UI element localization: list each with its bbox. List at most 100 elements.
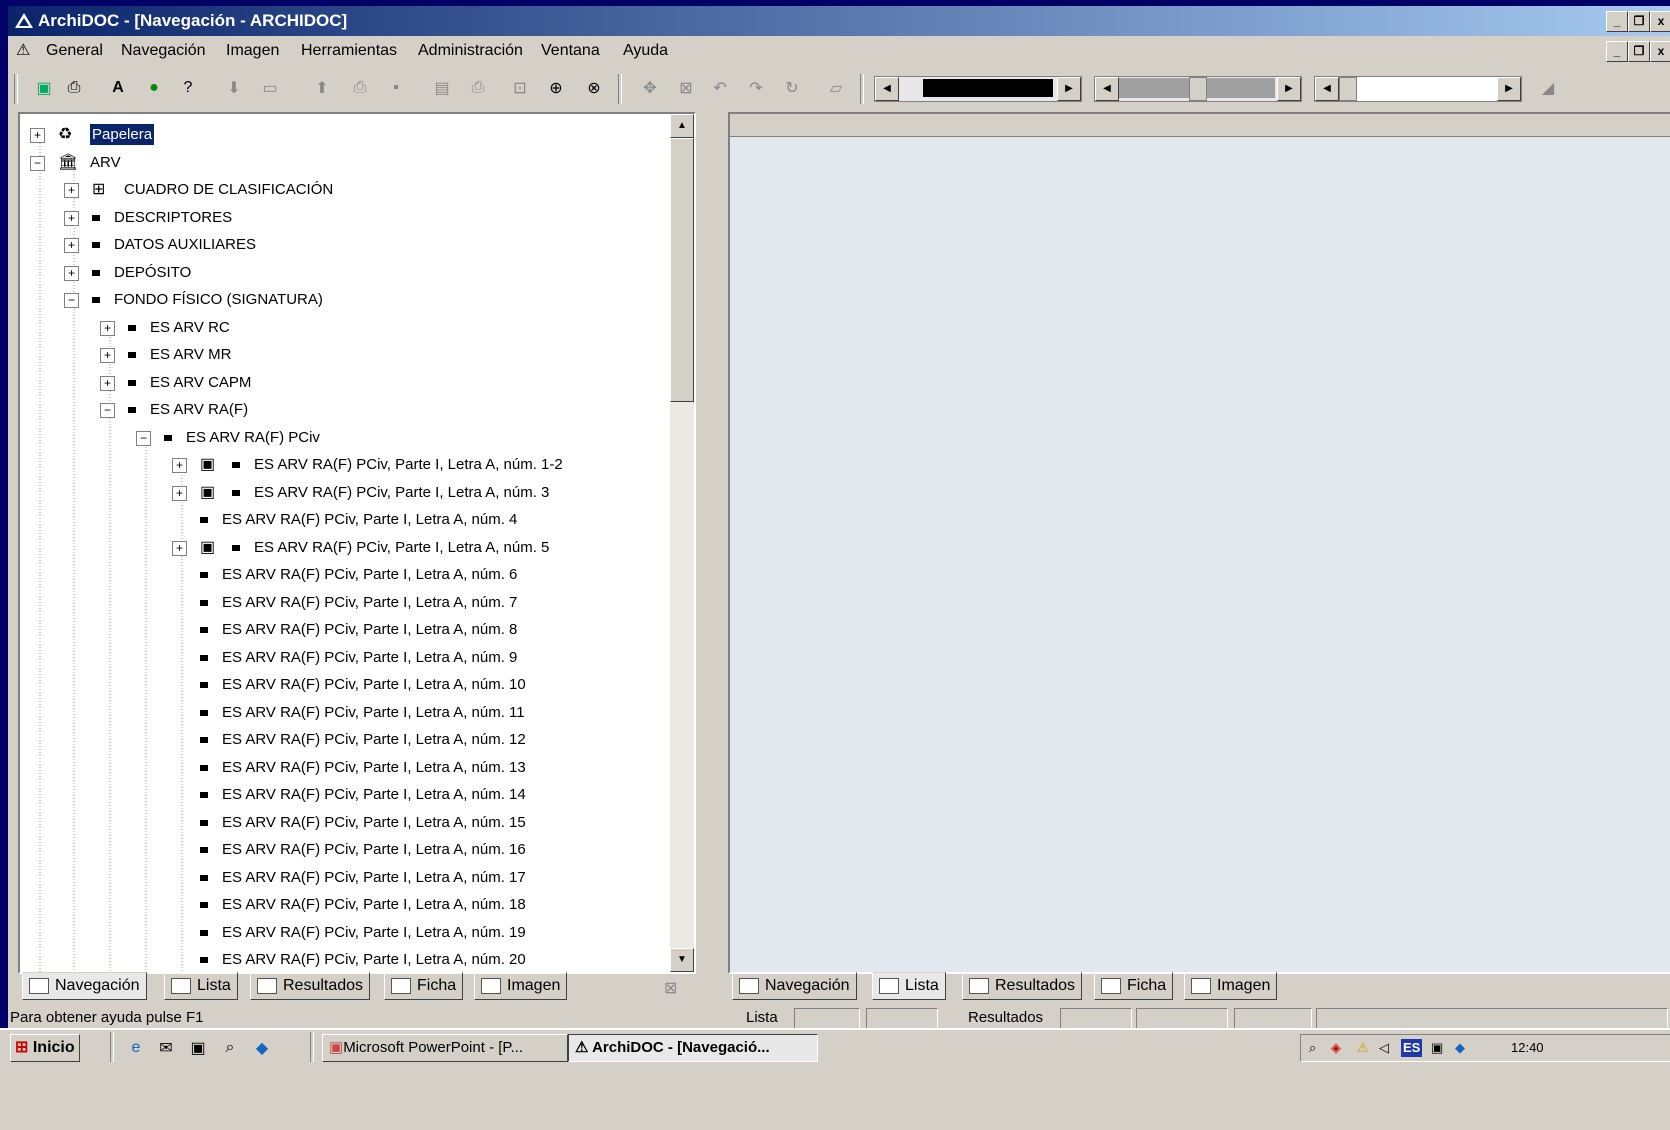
scroll-down-icon[interactable]: ▼ (670, 948, 694, 972)
arrow-down-icon[interactable]: ⬇ (222, 76, 246, 100)
status-field-2 (1136, 1008, 1228, 1030)
taskbar-item-archidoc[interactable]: ⚠ ArchiDOC - [Navegació... (568, 1034, 818, 1062)
network-icon[interactable]: ⌕ (1309, 1035, 1316, 1061)
title-bar[interactable]: ArchiDOC - [Navegación - ARCHIDOC] _ ❐ x (8, 6, 1670, 36)
gamma-slider-thumb[interactable] (1339, 77, 1357, 101)
fit-icon[interactable]: ⊠ (674, 76, 698, 100)
expand-icon[interactable]: + (100, 348, 115, 363)
collapse-icon[interactable]: − (100, 403, 115, 418)
zoom-icon[interactable]: ⊕ (544, 76, 568, 100)
taskbar-item-powerpoint[interactable]: ▣Microsoft PowerPoint - [P... (322, 1034, 568, 1062)
help-pointer-icon[interactable]: ? (176, 76, 200, 100)
close-pane-icon[interactable]: ⊠ (664, 976, 686, 997)
document-menu-icon[interactable]: ⚠ (16, 38, 30, 64)
slider-right-icon[interactable]: ▶ (1277, 77, 1301, 101)
tree-item-content: ▣ ES ARV RA(F) PCiv, Parte I, Letra A, nú… (200, 452, 563, 478)
print-preview-icon[interactable]: ⎙ (62, 76, 86, 100)
left-tab-imagen[interactable]: Imagen (474, 972, 568, 1000)
right-tab-lista[interactable]: Lista (872, 972, 946, 1000)
menu-ventana[interactable]: Ventana (541, 38, 600, 64)
internet-explorer-icon[interactable]: e (124, 1036, 148, 1060)
rotate-icon[interactable]: ↻ (780, 76, 804, 100)
arrow-up-icon[interactable]: ⬆ (310, 76, 334, 100)
language-indicator[interactable]: ES (1401, 1039, 1423, 1057)
brightness-slider[interactable]: ◀ ▶ (874, 76, 1082, 102)
menu-bar: ⚠ General Navegación Imagen Herramientas… (8, 38, 1670, 64)
volume-icon[interactable]: ◁ (1379, 1035, 1389, 1061)
slider-right-icon[interactable]: ▶ (1497, 77, 1521, 101)
slider-left-icon[interactable]: ◀ (1315, 77, 1339, 101)
messenger-icon[interactable]: ◆ (250, 1036, 274, 1060)
printer-icon[interactable]: ⎙ (466, 76, 490, 100)
contrast-slider[interactable]: ◀ ▶ (1094, 76, 1302, 102)
expand-icon[interactable]: + (172, 458, 187, 473)
display-icon[interactable]: ▣ (1431, 1035, 1443, 1061)
tree-item-label: ES ARV CAPM (150, 373, 252, 391)
expand-icon[interactable]: + (100, 320, 115, 336)
right-tab-imagen[interactable]: Imagen (1184, 972, 1278, 1000)
doc-minimize-icon[interactable]: _ (1606, 41, 1628, 62)
menu-general[interactable]: General (46, 38, 103, 64)
alert-icon[interactable]: ⚠ (1357, 1035, 1369, 1061)
collapse-icon[interactable]: − (30, 155, 45, 171)
left-tab-lista[interactable]: Lista (164, 972, 238, 1000)
left-tab-resultados[interactable]: Resultados (250, 972, 371, 1000)
contrast-slider-thumb[interactable] (1189, 77, 1207, 101)
menu-imagen[interactable]: Imagen (226, 38, 279, 64)
status-resultados-field (1060, 1008, 1132, 1030)
save-icon[interactable]: ▪ (384, 76, 408, 100)
globe-icon[interactable]: ● (142, 76, 166, 100)
left-tab-navegacion[interactable]: Navegación (22, 972, 147, 1000)
doc-restore-icon[interactable]: ❐ (1628, 41, 1650, 62)
scroll-up-icon[interactable]: ▲ (670, 114, 694, 138)
left-tab-ficha[interactable]: Ficha (384, 972, 464, 1000)
expand-icon[interactable]: + (64, 183, 79, 198)
collapse-icon[interactable]: − (136, 430, 151, 446)
undo-icon[interactable]: ↶ (708, 76, 732, 100)
outlook-icon[interactable]: ✉ (154, 1036, 178, 1060)
slider-right-icon[interactable]: ▶ (1057, 77, 1081, 101)
right-tab-resultados[interactable]: Resultados (962, 972, 1083, 1000)
menu-ayuda[interactable]: Ayuda (623, 38, 668, 64)
right-tab-ficha[interactable]: Ficha (1094, 972, 1174, 1000)
gamma-slider[interactable]: ◀ ▶ (1314, 76, 1522, 102)
print-icon[interactable]: ⎙ (348, 76, 372, 100)
form-icon[interactable]: ▭ (258, 76, 282, 100)
close-icon[interactable]: x (1650, 11, 1670, 32)
tree-item-content: ES ARV RA(F) PCiv, Parte I, Letra A, núm… (200, 892, 526, 918)
menu-navegacion[interactable]: Navegación (121, 38, 206, 64)
expand-icon[interactable]: + (64, 210, 79, 226)
resize-icon[interactable]: ◢ (1536, 76, 1560, 100)
expand-icon[interactable]: + (64, 238, 79, 253)
move-icon[interactable]: ✥ (638, 76, 662, 100)
search-icon[interactable]: ⌕ (218, 1036, 242, 1060)
minimize-icon[interactable]: _ (1606, 11, 1628, 32)
start-button[interactable]: ⊞ Inicio (10, 1034, 80, 1062)
desktop-icon[interactable]: ▣ (186, 1036, 210, 1060)
scroll-thumb[interactable] (670, 138, 694, 402)
doc-close-icon[interactable]: x (1650, 41, 1670, 62)
expand-icon[interactable]: + (100, 375, 115, 391)
expand-icon[interactable]: + (30, 128, 45, 143)
collapse-icon[interactable]: − (64, 293, 79, 308)
crop-icon[interactable]: ⊡ (508, 76, 532, 100)
restore-icon[interactable]: ❐ (1628, 11, 1650, 32)
messenger-tray-icon[interactable]: ◆ (1455, 1035, 1465, 1061)
node-bullet-icon (164, 434, 172, 441)
expand-icon[interactable]: + (172, 540, 187, 556)
redo-icon[interactable]: ↷ (744, 76, 768, 100)
slider-left-icon[interactable]: ◀ (1095, 77, 1119, 101)
menu-administracion[interactable]: Administración (418, 38, 523, 64)
slider-left-icon[interactable]: ◀ (875, 77, 899, 101)
database-icon[interactable]: ▣ (32, 76, 56, 100)
tree-vertical-scrollbar[interactable]: ▲ ▼ (670, 114, 694, 972)
font-icon[interactable]: A (106, 76, 130, 100)
antivirus-icon[interactable]: ◈ (1331, 1035, 1341, 1061)
expand-icon[interactable]: + (64, 265, 79, 281)
scanner-icon[interactable]: ▤ (430, 76, 454, 100)
page-icon[interactable]: ▱ (824, 76, 848, 100)
menu-herramientas[interactable]: Herramientas (301, 38, 397, 64)
binoculars-icon[interactable]: ⊗ (582, 76, 606, 100)
expand-icon[interactable]: + (172, 485, 187, 501)
right-tab-navegacion[interactable]: Navegación (732, 972, 857, 1000)
